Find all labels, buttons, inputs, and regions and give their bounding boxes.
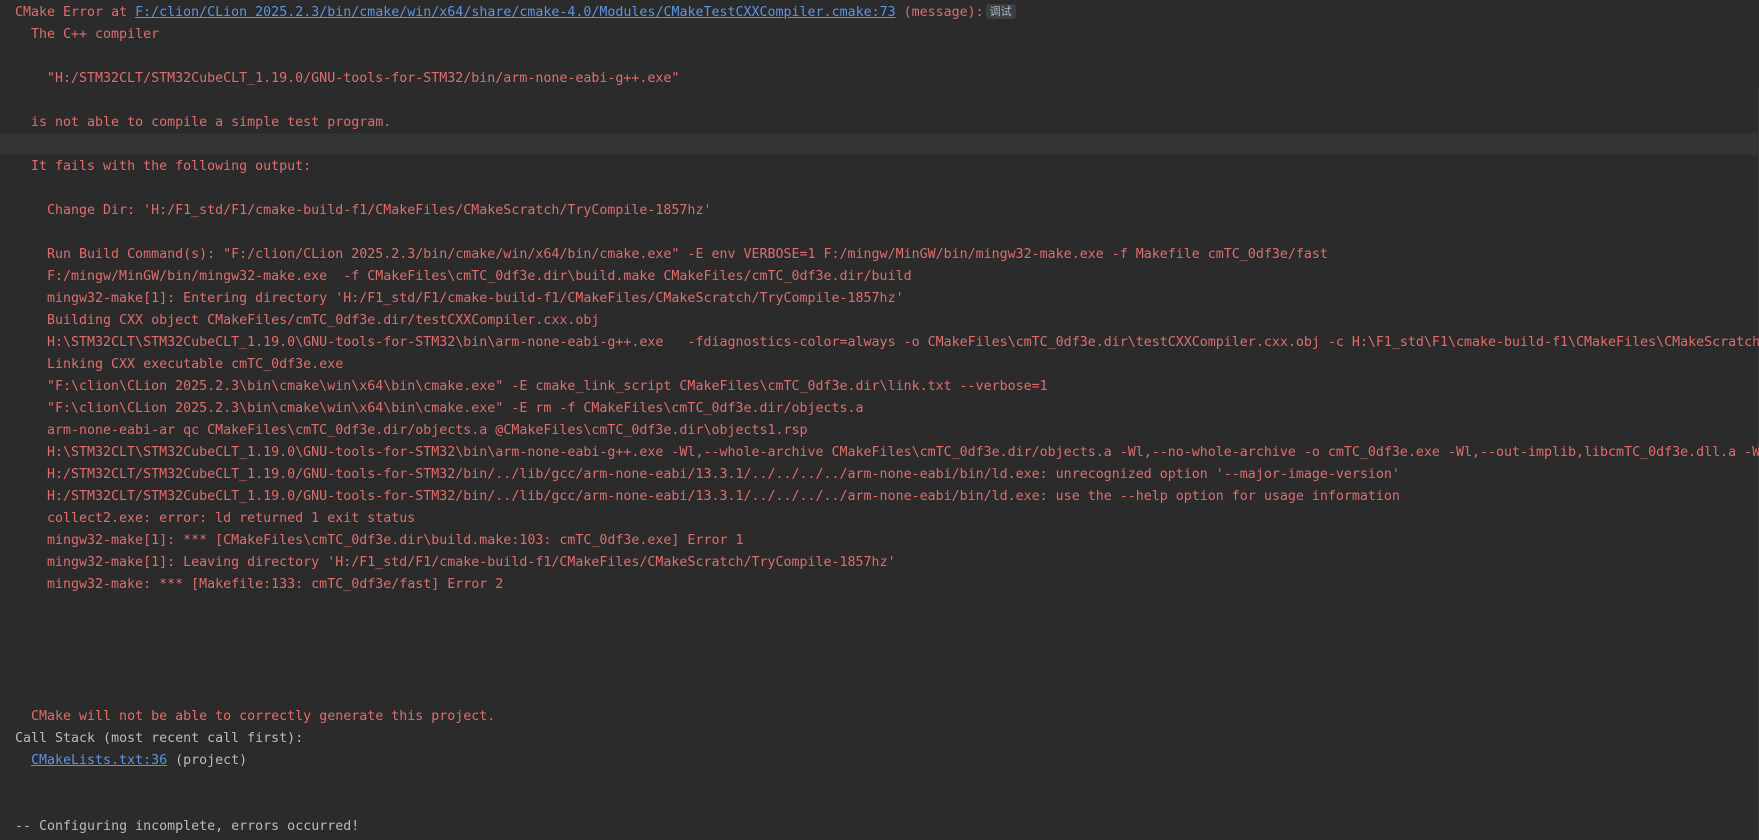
output-line: H:/STM32CLT/STM32CubeCLT_1.19.0/GNU-tool… [47,467,1400,482]
configuring-incomplete-line: -- Configuring incomplete, errors occurr… [15,819,360,834]
debug-badge[interactable]: 调试 [985,4,1016,19]
cmake-cannot-generate-line: CMake will not be able to correctly gene… [31,709,496,724]
output-line: Run Build Command(s): "F:/clion/CLion 20… [47,247,1328,262]
output-line: Linking CXX executable cmTC_0df3e.exe [47,357,344,372]
output-line: arm-none-eabi-ar qc CMakeFiles\cmTC_0df3… [47,423,808,438]
cmakelists-link[interactable]: CMakeLists.txt:36 [31,753,167,768]
error-header-line: CMake Error at F:/clion/CLion 2025.2.3/b… [15,2,1759,24]
output-line: "F:\clion\CLion 2025.2.3\bin\cmake\win\x… [47,401,864,416]
compiler-intro-line: The C++ compiler [31,27,160,42]
output-line: Building CXX object CMakeFiles/cmTC_0df3… [47,313,600,328]
call-stack-suffix: (project) [167,753,248,768]
output-line: collect2.exe: error: ld returned 1 exit … [47,511,416,526]
call-stack-entry: CMakeLists.txt:36 (project) [15,750,1759,772]
output-line: mingw32-make[1]: *** [CMakeFiles\cmTC_0d… [47,533,744,548]
output-line: F:/mingw/MinGW/bin/mingw32-make.exe -f C… [47,269,912,284]
output-line: Change Dir: 'H:/F1_std/F1/cmake-build-f1… [47,203,712,218]
console-output: CMake Error at F:/clion/CLion 2025.2.3/b… [0,0,1759,840]
fails-with-output-line: It fails with the following output: [31,159,312,174]
output-line: mingw32-make[1]: Entering directory 'H:/… [47,291,904,306]
output-line: H:/STM32CLT/STM32CubeCLT_1.19.0/GNU-tool… [47,489,1400,504]
error-header-suffix: (message): [895,5,984,20]
output-line: H:\STM32CLT\STM32CubeCLT_1.19.0\GNU-tool… [47,335,1759,350]
cmake-module-file-link[interactable]: F:/clion/CLion 2025.2.3/bin/cmake/win/x6… [135,5,896,20]
output-line: mingw32-make[1]: Leaving directory 'H:/F… [47,555,896,570]
output-line: mingw32-make: *** [Makefile:133: cmTC_0d… [47,577,504,592]
call-stack-title: Call Stack (most recent call first): [15,731,304,746]
compiler-path-line: "H:/STM32CLT/STM32CubeCLT_1.19.0/GNU-too… [47,71,680,86]
output-line: "F:\clion\CLion 2025.2.3\bin\cmake\win\x… [47,379,1048,394]
output-line: H:\STM32CLT\STM32CubeCLT_1.19.0\GNU-tool… [47,445,1759,460]
compile-failure-line: is not able to compile a simple test pro… [31,115,392,130]
console-lines: CMake Error at F:/clion/CLion 2025.2.3/b… [15,2,1759,838]
error-header-prefix: CMake Error at [15,5,136,20]
